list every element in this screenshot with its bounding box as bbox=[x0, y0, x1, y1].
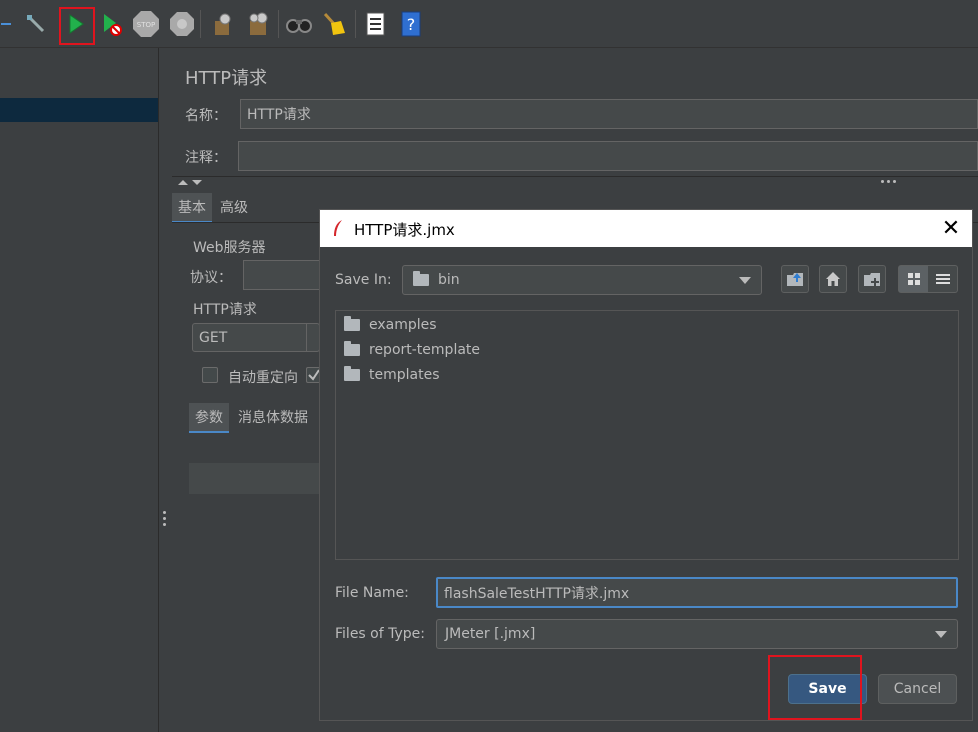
tab-body-data[interactable]: 消息体数据 bbox=[232, 403, 314, 431]
method-value: GET bbox=[199, 329, 228, 346]
save-in-select[interactable]: bin bbox=[402, 265, 762, 295]
auto-redirect-label: 自动重定向 bbox=[228, 370, 298, 386]
tab-basic[interactable]: 基本 bbox=[172, 193, 212, 223]
save-in-label: Save In: bbox=[335, 272, 392, 288]
follow-redirects-checkbox[interactable] bbox=[306, 367, 320, 383]
feather-icon bbox=[334, 220, 342, 236]
name-label: 名称： bbox=[185, 108, 227, 124]
folder-icon bbox=[344, 341, 360, 356]
folder-icon bbox=[344, 366, 360, 381]
cancel-button[interactable]: Cancel bbox=[878, 674, 957, 704]
files-of-type-select[interactable]: JMeter [.jmx] bbox=[436, 619, 958, 649]
toolbar: STOP ? bbox=[0, 0, 978, 48]
web-server-label: Web服务器 bbox=[193, 240, 266, 256]
toolbar-separator bbox=[355, 10, 356, 38]
dialog-titlebar[interactable]: HTTP请求.jmx ✕ bbox=[320, 210, 972, 247]
files-of-type-label: Files of Type: bbox=[335, 626, 425, 642]
folder-icon bbox=[413, 271, 429, 286]
toggle-icon[interactable] bbox=[22, 9, 50, 39]
file-list[interactable]: examples report-template templates bbox=[335, 310, 959, 560]
method-select-divider bbox=[306, 324, 307, 351]
stop-icon[interactable]: STOP bbox=[132, 9, 160, 39]
section-divider[interactable] bbox=[172, 176, 978, 189]
clear-icon[interactable] bbox=[208, 9, 236, 39]
up-folder-icon[interactable] bbox=[781, 265, 809, 293]
files-of-type-value: JMeter [.jmx] bbox=[445, 626, 536, 642]
help-icon[interactable]: ? bbox=[397, 9, 425, 39]
protocol-field[interactable] bbox=[243, 260, 323, 290]
dialog-title: HTTP请求.jmx bbox=[354, 221, 455, 239]
name-field-value: HTTP请求 bbox=[247, 107, 311, 123]
save-in-value: bin bbox=[438, 272, 460, 288]
method-select[interactable]: GET bbox=[192, 323, 320, 352]
list-item-label: examples bbox=[369, 317, 437, 333]
function-helper-icon[interactable] bbox=[361, 9, 389, 39]
toolbar-separator bbox=[278, 10, 279, 38]
list-item-label: templates bbox=[369, 367, 440, 383]
auto-redirect-checkbox[interactable] bbox=[202, 367, 218, 383]
close-icon[interactable]: ✕ bbox=[938, 216, 964, 242]
name-field[interactable]: HTTP请求 bbox=[240, 99, 978, 129]
test-plan-tree[interactable] bbox=[0, 48, 158, 732]
list-item[interactable]: examples bbox=[344, 314, 437, 336]
parameters-table-header bbox=[189, 463, 320, 494]
new-folder-icon[interactable] bbox=[858, 265, 886, 293]
view-toggle bbox=[898, 265, 958, 293]
page-title: HTTP请求 bbox=[185, 68, 268, 89]
save-dialog: HTTP请求.jmx ✕ Save In: bin examples repor… bbox=[319, 209, 973, 721]
file-name-value: flashSaleTestHTTP请求.jmx bbox=[444, 585, 630, 602]
protocol-label: 协议： bbox=[190, 270, 232, 286]
search-icon[interactable] bbox=[285, 9, 313, 39]
tab-parameters[interactable]: 参数 bbox=[189, 403, 229, 433]
tree-selected-row[interactable] bbox=[0, 98, 158, 122]
home-icon[interactable] bbox=[819, 265, 847, 293]
toolbar-separator bbox=[200, 10, 201, 38]
file-name-field[interactable]: flashSaleTestHTTP请求.jmx bbox=[436, 577, 958, 608]
file-name-label: File Name: bbox=[335, 585, 409, 601]
comment-field[interactable] bbox=[238, 141, 978, 171]
collapse-icon[interactable] bbox=[0, 9, 20, 39]
svg-text:STOP: STOP bbox=[137, 21, 155, 29]
splitter-handle[interactable] bbox=[158, 48, 171, 732]
folder-icon bbox=[344, 316, 360, 331]
save-highlight-box bbox=[768, 655, 862, 720]
start-highlight-box bbox=[59, 7, 95, 45]
svg-text:?: ? bbox=[407, 15, 416, 34]
shutdown-icon[interactable] bbox=[168, 9, 196, 39]
grid-view-icon[interactable] bbox=[899, 266, 928, 292]
reset-search-icon[interactable] bbox=[320, 9, 348, 39]
tab-advanced[interactable]: 高级 bbox=[214, 193, 254, 221]
list-item-label: report-template bbox=[369, 342, 481, 358]
chevron-down-icon bbox=[739, 277, 751, 284]
http-request-label: HTTP请求 bbox=[193, 302, 257, 318]
list-item[interactable]: templates bbox=[344, 364, 440, 386]
comment-label: 注释： bbox=[185, 150, 227, 166]
list-item[interactable]: report-template bbox=[344, 339, 480, 361]
clear-all-icon[interactable] bbox=[244, 9, 272, 39]
start-no-pauses-icon[interactable] bbox=[97, 9, 125, 39]
list-view-icon[interactable] bbox=[929, 266, 957, 292]
chevron-down-icon bbox=[935, 631, 947, 638]
